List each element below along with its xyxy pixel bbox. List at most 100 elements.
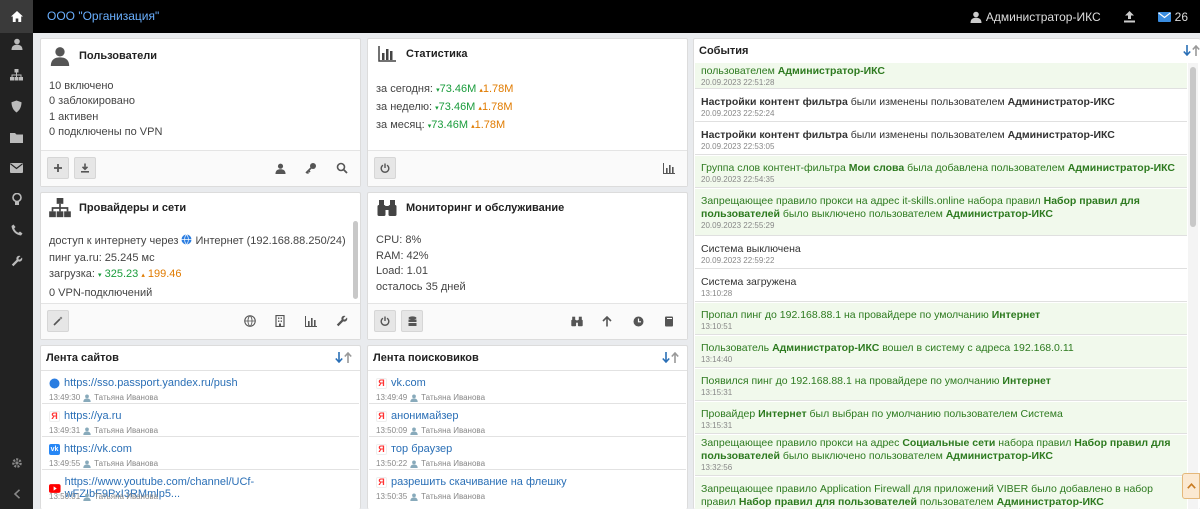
user-profile-button[interactable]	[273, 161, 287, 175]
events-scrollbar[interactable]	[1188, 63, 1198, 509]
user-icon	[83, 492, 91, 501]
user-icon	[274, 163, 286, 174]
search-query[interactable]: vk.com	[391, 377, 426, 389]
stats-panel-footer	[368, 150, 687, 186]
user-keys-button[interactable]	[304, 161, 318, 175]
sidebar-item-files[interactable]	[0, 126, 33, 148]
site-user[interactable]: Татьяна Иванова	[94, 492, 158, 501]
organization-title[interactable]: ООО "Организация"	[47, 9, 159, 23]
event-row[interactable]: Запрещающее правило прокси на адрес Соци…	[695, 435, 1187, 476]
sidebar-item-network[interactable]	[0, 64, 33, 86]
site-url[interactable]: https://vk.com	[64, 443, 132, 455]
sidebar-settings[interactable]	[0, 452, 33, 474]
log-button[interactable]	[662, 314, 676, 328]
globe-icon	[49, 378, 60, 388]
search-query[interactable]: разрешить скачивание на флешку	[391, 476, 567, 488]
event-text: Пользователь Администратор-ИКС вошел в с…	[701, 342, 1074, 354]
sidebar	[0, 33, 33, 509]
search-user[interactable]: Татьяна Иванова	[421, 492, 485, 501]
providers-building-button[interactable]	[273, 314, 287, 328]
sites-feed-title: Лента сайтов	[46, 352, 119, 364]
event-text: Провайдер Интернет был выбран по умолчан…	[701, 408, 1063, 420]
event-row[interactable]: Группа слов контент-фильтра Мои слова бы…	[695, 156, 1187, 188]
ping-value: пинг ya.ru: 25.245 мс	[49, 251, 155, 264]
globe-icon	[181, 234, 192, 245]
sidebar-item-security[interactable]	[0, 95, 33, 117]
monitoring-panel-footer	[368, 303, 687, 339]
power-button[interactable]	[374, 310, 396, 332]
site-user[interactable]: Татьяна Иванова	[94, 459, 158, 468]
event-row[interactable]: Запрещающее правило прокси на адрес it-s…	[695, 189, 1187, 236]
search-row[interactable]: Яразрешить скачивание на флешку 13:50:35…	[369, 470, 686, 503]
download-icon	[81, 163, 89, 173]
user-search-button[interactable]	[335, 161, 349, 175]
monitoring-binoculars-button[interactable]	[570, 314, 584, 328]
site-row[interactable]: https://sso.passport.yandex.ru/push 13:4…	[42, 371, 359, 404]
providers-internet-button[interactable]	[243, 314, 257, 328]
events-scrollbar-thumb[interactable]	[1190, 67, 1196, 227]
site-url[interactable]: https://sso.passport.yandex.ru/push	[64, 377, 238, 389]
event-row[interactable]: Система выключена 20.09.2023 22:59:22	[695, 237, 1187, 269]
upload-button[interactable]	[1123, 10, 1136, 23]
globe-icon	[244, 315, 256, 327]
time-button[interactable]	[631, 314, 645, 328]
scroll-to-top-button[interactable]	[1182, 473, 1200, 499]
search-query[interactable]: анонимайзер	[391, 410, 459, 422]
sidebar-item-mail[interactable]	[0, 157, 33, 179]
event-row[interactable]: Система загружена 13:10:28	[695, 270, 1187, 302]
event-row[interactable]: Пользователь Администратор-ИКС вошел в с…	[695, 336, 1187, 368]
providers-scrollbar[interactable]	[353, 221, 358, 299]
database-button[interactable]	[401, 310, 423, 332]
site-row[interactable]: Яhttps://ya.ru 13:49:31 Татьяна Иванова	[42, 404, 359, 437]
event-row[interactable]: пользователем Администратор-ИКС 20.09.202…	[695, 63, 1187, 89]
event-text: Группа слов контент-фильтра Мои слова бы…	[701, 162, 1176, 174]
search-user[interactable]: Татьяна Иванова	[421, 459, 485, 468]
site-user[interactable]: Татьяна Иванова	[94, 393, 158, 402]
sidebar-collapse[interactable]	[0, 483, 33, 505]
event-row[interactable]: Настройки контент фильтра были изменены …	[695, 123, 1187, 155]
stats-power-button[interactable]	[374, 157, 396, 179]
stats-chart-button[interactable]	[662, 161, 676, 175]
search-query[interactable]: тор браузер	[391, 443, 452, 455]
search-user[interactable]: Татьяна Иванова	[421, 393, 485, 402]
search-sort-toggle[interactable]	[662, 352, 679, 363]
event-row[interactable]: Провайдер Интернет был выбран по умолчан…	[695, 402, 1187, 434]
vpn-connections: 0 VPN-подключений	[49, 286, 153, 299]
event-row[interactable]: Настройки контент фильтра были изменены …	[695, 90, 1187, 122]
license-days-left: осталось 35 дней	[376, 280, 466, 293]
event-time: 13:32:56	[701, 463, 733, 472]
home-button[interactable]	[0, 0, 33, 33]
site-row[interactable]: https://www.youtube.com/channel/UCf-wFZI…	[42, 470, 359, 503]
providers-wizard-button[interactable]	[47, 310, 69, 332]
events-sort-toggle[interactable]	[1183, 45, 1200, 56]
bulb-icon	[11, 192, 22, 205]
sidebar-item-telephony[interactable]	[0, 219, 33, 241]
wrench-icon	[11, 255, 22, 267]
sidebar-item-tools[interactable]	[0, 250, 33, 272]
site-row[interactable]: vk https://vk.com 13:49:55 Татьяна Иванова	[42, 437, 359, 470]
site-url[interactable]: https://ya.ru	[64, 410, 121, 422]
event-row[interactable]: Пропал пинг до 192.168.88.1 на провайдер…	[695, 303, 1187, 335]
import-users-button[interactable]	[74, 157, 96, 179]
sites-sort-toggle[interactable]	[335, 352, 352, 363]
providers-chart-button[interactable]	[304, 314, 318, 328]
providers-panel-icon	[49, 197, 71, 219]
update-button[interactable]	[600, 314, 614, 328]
search-row[interactable]: Яvk.com 13:49:49 Татьяна Иванова	[369, 371, 686, 404]
event-time: 20.09.2023 22:51:28	[701, 78, 775, 87]
sidebar-item-users[interactable]	[0, 33, 33, 55]
search-row[interactable]: Яанонимайзер 13:50:09 Татьяна Иванова	[369, 404, 686, 437]
search-user[interactable]: Татьяна Иванова	[421, 426, 485, 435]
monitoring-panel: Мониторинг и обслуживание CPU: 8% RAM: 4…	[367, 192, 688, 340]
sidebar-item-ideas[interactable]	[0, 188, 33, 210]
user-menu[interactable]: Администратор-ИКС	[970, 10, 1101, 24]
event-row[interactable]: Запрещающее правило Application Firewall…	[695, 477, 1187, 509]
users-panel: Пользователи 10 включено 0 заблокировано…	[40, 38, 361, 187]
search-row[interactable]: Ятор браузер 13:50:22 Татьяна Иванова	[369, 437, 686, 470]
site-user[interactable]: Татьяна Иванова	[94, 426, 158, 435]
providers-settings-button[interactable]	[335, 314, 349, 328]
messages-button[interactable]: 26	[1157, 10, 1188, 24]
database-icon	[408, 315, 416, 326]
event-row[interactable]: Появился пинг до 192.168.88.1 на провайд…	[695, 369, 1187, 401]
add-user-button[interactable]	[47, 157, 69, 179]
